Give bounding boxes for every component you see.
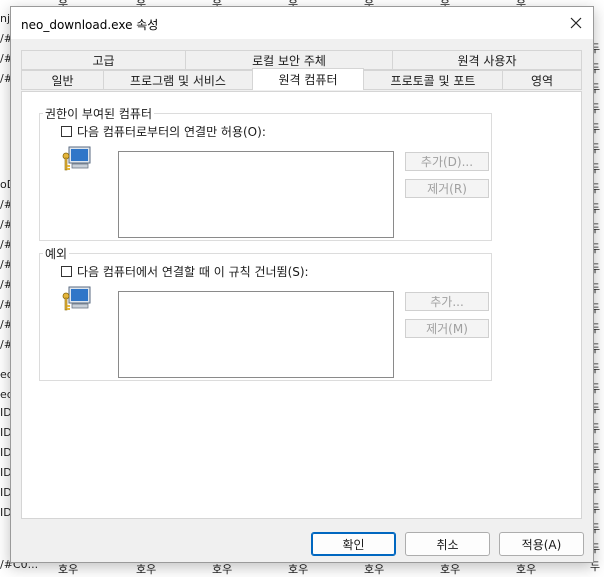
exceptions-title: 예외 xyxy=(43,245,70,262)
apply-button[interactable]: 적용(A) xyxy=(499,532,584,556)
tab-label: 영역 xyxy=(530,73,554,88)
bg-text: 호우 xyxy=(136,563,157,576)
close-button[interactable] xyxy=(563,11,589,35)
computer-key-icon xyxy=(62,286,91,311)
tab-local-principals[interactable]: 로컬 보안 주체 xyxy=(185,50,393,70)
button-label: 추가(D)... xyxy=(420,155,474,169)
tab-label: 고급 xyxy=(92,53,115,68)
tab-advanced[interactable]: 고급 xyxy=(21,50,186,70)
authorized-computers-list[interactable] xyxy=(118,151,394,238)
window-title: neo_download.exe 속성 xyxy=(21,18,159,32)
bg-text: 호우 xyxy=(288,563,309,576)
button-label: 적용(A) xyxy=(521,537,562,552)
cancel-button[interactable]: 취소 xyxy=(405,532,490,556)
button-label: 취소 xyxy=(436,537,459,552)
bg-text: 호우 xyxy=(364,563,385,576)
tab-scope[interactable]: 영역 xyxy=(502,70,582,90)
properties-dialog: neo_download.exe 속성 고급 로컬 보안 주체 원격 사용자 일… xyxy=(10,6,594,563)
close-icon xyxy=(570,17,582,29)
tab-protocols-ports[interactable]: 프로토콜 및 포트 xyxy=(363,70,503,90)
tab-remote-computers[interactable]: 원격 컴퓨터 xyxy=(252,68,364,90)
remove-exception-button[interactable]: 제거(M) xyxy=(405,319,489,338)
add-exception-button[interactable]: 추가... xyxy=(405,292,489,311)
tab-label: 원격 사용자 xyxy=(457,53,517,68)
bg-text: 호우 xyxy=(516,563,537,576)
checkbox-box[interactable] xyxy=(61,126,72,137)
bg-text: 호우 xyxy=(58,563,79,576)
tab-label: 원격 컴퓨터 xyxy=(278,73,338,87)
only-allow-from-checkbox[interactable]: 다음 컴퓨터로부터의 연결만 허용(O): xyxy=(61,123,266,140)
bg-text: 호우 xyxy=(212,563,233,576)
bg-text: 호우 xyxy=(440,563,461,576)
button-label: 제거(R) xyxy=(427,182,467,196)
button-label: 확인 xyxy=(342,537,365,552)
checkbox-label: 다음 컴퓨터로부터의 연결만 허용(O): xyxy=(77,125,266,139)
add-authorized-button[interactable]: 추가(D)... xyxy=(405,152,489,171)
tab-label: 로컬 보안 주체 xyxy=(252,53,326,68)
tab-label: 프로그램 및 서비스 xyxy=(130,73,226,88)
tab-panel-remote-computers: 권한이 부여된 컴퓨터 다음 컴퓨터로부터의 연결만 허용(O): 추가(D).… xyxy=(21,91,582,519)
checkbox-box[interactable] xyxy=(61,266,72,277)
exceptions-list[interactable] xyxy=(118,291,394,378)
tab-label: 일반 xyxy=(51,73,74,88)
authorized-computers-title: 권한이 부여된 컴퓨터 xyxy=(43,105,154,122)
remove-authorized-button[interactable]: 제거(R) xyxy=(405,179,489,198)
computer-key-icon xyxy=(62,146,91,171)
checkbox-label: 다음 컴퓨터에서 연결할 때 이 규칙 건너뜀(S): xyxy=(77,265,309,279)
tab-general[interactable]: 일반 xyxy=(21,70,104,90)
tab-remote-users[interactable]: 원격 사용자 xyxy=(392,50,582,70)
title-bar[interactable]: neo_download.exe 속성 xyxy=(11,7,593,39)
ok-button[interactable]: 확인 xyxy=(311,532,396,556)
button-label: 제거(M) xyxy=(426,322,468,336)
skip-rule-checkbox[interactable]: 다음 컴퓨터에서 연결할 때 이 규칙 건너뜀(S): xyxy=(61,263,309,280)
button-label: 추가... xyxy=(430,295,464,309)
tab-programs-services[interactable]: 프로그램 및 서비스 xyxy=(103,70,253,90)
tab-label: 프로토콜 및 포트 xyxy=(390,73,476,88)
